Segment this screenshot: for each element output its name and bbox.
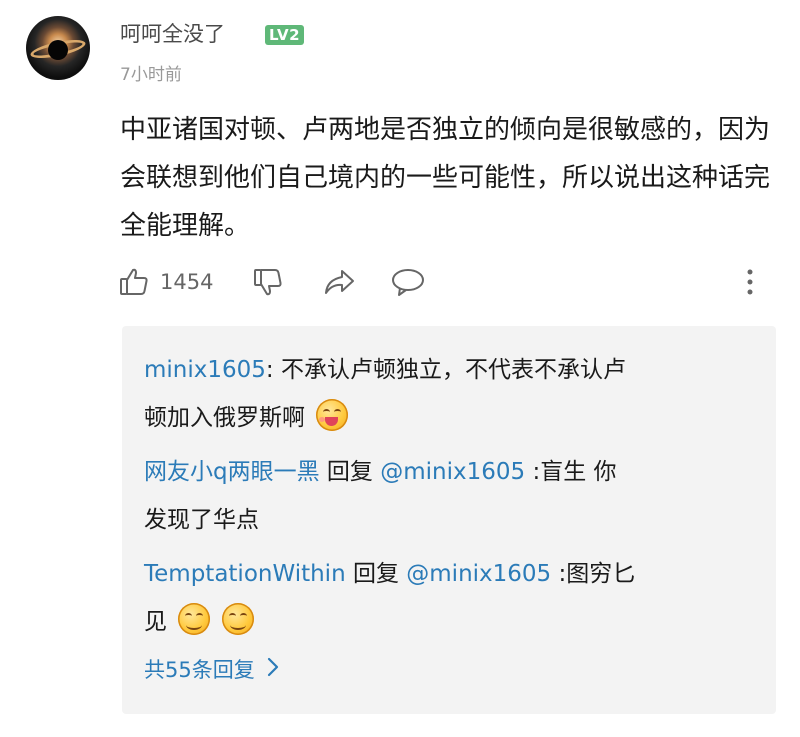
chevron-right-icon: [255, 657, 279, 682]
reply-text: :盲生 你: [525, 459, 617, 485]
dislike-button[interactable]: [252, 262, 284, 302]
share-button[interactable]: [322, 262, 356, 302]
level-badge: LV2: [265, 25, 305, 45]
more-replies-label: 共55条回复: [144, 658, 255, 682]
reply-item[interactable]: TemptationWithin 回复 @minix1605 :图穷匕 见: [144, 550, 744, 646]
like-count: 1454: [160, 270, 214, 294]
reply-mention[interactable]: @minix1605: [406, 561, 551, 587]
more-replies-link[interactable]: 共55条回复: [144, 654, 279, 684]
reply-text: :图穷匕: [551, 561, 636, 587]
comment-button[interactable]: [390, 262, 426, 302]
share-icon: [322, 266, 356, 298]
reply-item[interactable]: minix1605: 不承认卢顿独立，不代表不承认卢 顿加入俄罗斯啊: [144, 346, 744, 442]
reply-item[interactable]: 网友小q两眼一黑 回复 @minix1605 :盲生 你 发现了华点: [144, 448, 744, 544]
reply-box[interactable]: minix1605: 不承认卢顿独立，不代表不承认卢 顿加入俄罗斯啊 网友小q两…: [122, 326, 776, 714]
reply-text-cont: 发现了华点: [144, 507, 259, 533]
reply-text: : 不承认卢顿独立，不代表不承认卢: [265, 357, 626, 383]
grin-emoji-icon: [178, 603, 211, 635]
comment-text: 中亚诸国对顿、卢两地是否独立的倾向是很敏感的，因为会联想到他们自己境内的一些可能…: [120, 115, 771, 241]
tongue-out-emoji-icon: [316, 399, 349, 431]
comment-username[interactable]: 呵呵全没了: [120, 19, 225, 49]
reply-text-cont: 顿加入俄罗斯啊: [144, 405, 305, 431]
reply-mention[interactable]: @minix1605: [380, 459, 525, 485]
reply-username[interactable]: minix1605: [144, 357, 266, 383]
thumbs-down-icon: [252, 266, 284, 298]
reply-word: 回复: [319, 459, 381, 485]
more-icon: [744, 266, 756, 298]
comment-icon: [390, 266, 426, 298]
reply-word: 回复: [345, 561, 407, 587]
more-button[interactable]: [744, 262, 756, 302]
comment-time: 7小时前: [120, 65, 182, 85]
reply-text-cont: 见: [144, 609, 167, 635]
reply-username[interactable]: TemptationWithin: [144, 561, 346, 587]
reply-username[interactable]: 网友小q两眼一黑: [144, 459, 320, 485]
avatar-center: [48, 40, 68, 60]
comment-actions: 1454: [118, 262, 778, 302]
grin-emoji-icon: [221, 603, 254, 635]
thumbs-up-icon: [118, 266, 150, 298]
avatar[interactable]: [26, 16, 90, 80]
like-button[interactable]: 1454: [118, 262, 213, 302]
